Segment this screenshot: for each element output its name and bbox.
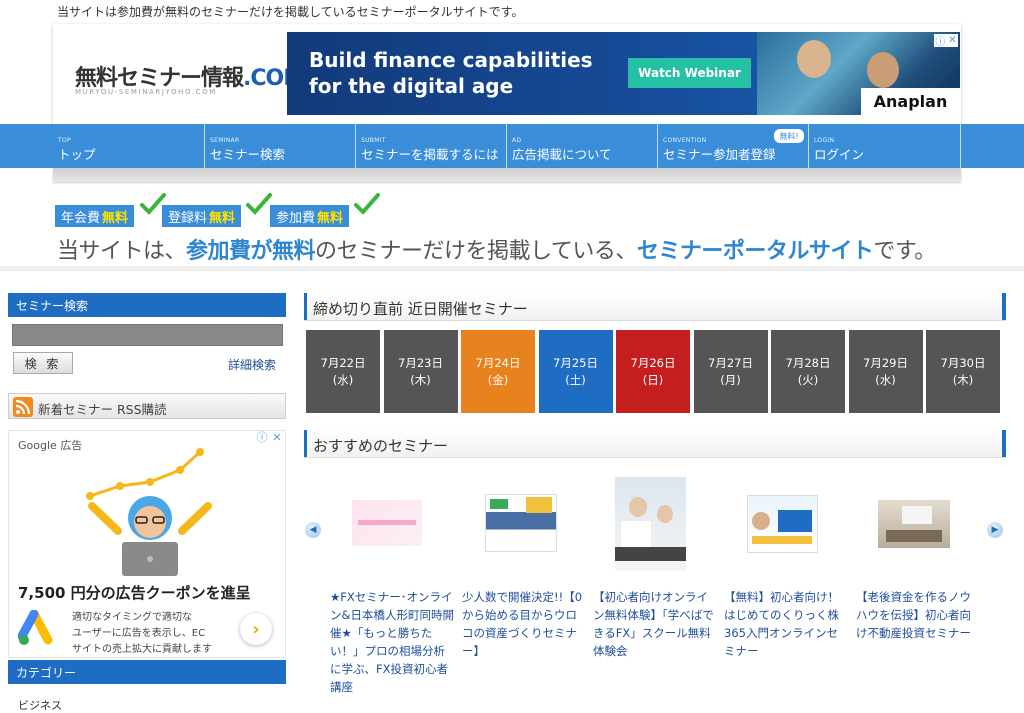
nav-ad[interactable]: AD 広告掲載について — [506, 124, 657, 168]
check-icon — [246, 193, 272, 215]
date-tile[interactable]: 7月23日 (木) — [383, 330, 458, 413]
badge-participation-fee: 参加費 無料 — [270, 205, 350, 227]
site-description: 当サイトは参加費が無料のセミナーだけを掲載しているセミナーポータルサイトです。 — [57, 5, 524, 19]
site-logo-subtext: MURYOU-SEMINARJYOHO.COM — [75, 88, 217, 96]
carousel-next-icon[interactable]: ▶ — [987, 522, 1003, 538]
search-input[interactable] — [12, 324, 283, 346]
banner-headline-2: for the digital age — [309, 74, 514, 98]
seminar-search-heading: セミナー検索 — [8, 293, 286, 317]
recommended-section-title: おすすめのセミナー — [313, 437, 449, 455]
free-badge: 無料! — [773, 128, 805, 144]
date-tile[interactable]: 7月26日 (日) — [616, 330, 690, 413]
detail-search-link[interactable]: 詳細検索 — [228, 356, 276, 373]
category-heading: カテゴリー — [8, 660, 286, 684]
person-image — [797, 40, 831, 78]
badge-annual-fee: 年会費 無料 — [55, 205, 135, 227]
ad-banner[interactable]: Build finance capabilities for the digit… — [287, 32, 960, 115]
nav-submit[interactable]: SUBMIT セミナーを掲載するには — [355, 124, 506, 168]
category-item[interactable]: ビジネス — [18, 697, 62, 713]
ad-headline[interactable]: 7,500 円分の広告クーポンを進呈 — [18, 582, 251, 603]
search-button[interactable]: 検 索 — [13, 352, 73, 374]
divider — [0, 266, 1024, 271]
rss-label[interactable]: 新着セミナー RSS購読 — [38, 399, 167, 418]
deadline-section-title: 締め切り直前 近日開催セミナー — [313, 300, 528, 318]
nav-login[interactable]: LOGIN ログイン — [808, 124, 961, 168]
seminar-card-title[interactable]: 【無料】初心者向け！はじめてのくりっく株365入門オンラインセミナー — [724, 588, 848, 660]
ad-body: 適切なタイミングで適切な ユーザーに広告を表示し、EC サイトの売上拡大に貢献し… — [72, 612, 212, 655]
nav-top[interactable]: TOP トップ — [53, 124, 204, 168]
seminar-card-title[interactable]: 【初心者向けオンライン無料体験】「学べばできるFX」スクール無料体験会 — [593, 588, 717, 660]
date-tile[interactable]: 7月30日 (木) — [926, 330, 1000, 413]
seminar-thumbnail[interactable] — [485, 494, 557, 552]
date-tile[interactable]: 7月29日 (水) — [848, 330, 923, 413]
rss-icon — [13, 397, 33, 417]
nav-seminar-search[interactable]: SEMINAR セミナー検索 — [204, 124, 355, 168]
nav-shadow — [53, 168, 961, 182]
anaplan-logo: Anaplan — [861, 88, 960, 115]
date-tile[interactable]: 7月24日 (金) — [461, 330, 535, 413]
ad-choices-icon[interactable]: ⓘ ✕ — [254, 430, 284, 445]
chevron-right-icon[interactable]: › — [240, 613, 272, 645]
seminar-card-title[interactable]: ★FXセミナー･オンライン&日本橋人形町同時開催★「もっと勝ちたい！」プロの相場… — [330, 588, 454, 696]
seminar-thumbnail[interactable] — [878, 500, 950, 548]
badge-registration-fee: 登録料 無料 — [162, 205, 242, 227]
date-tile[interactable]: 7月27日 (月) — [693, 330, 768, 413]
google-ads-logo-icon — [18, 610, 53, 645]
banner-headline-1: Build finance capabilities — [309, 48, 593, 72]
seminar-thumbnail[interactable] — [352, 500, 422, 546]
tagline: 当サイトは、参加費が無料のセミナーだけを掲載している、セミナーポータルサイトです… — [57, 239, 936, 264]
date-tile[interactable]: 7月25日 (土) — [538, 330, 613, 413]
seminar-thumbnail[interactable] — [615, 477, 686, 571]
seminar-card-title[interactable]: 【老後資金を作るノウハウを伝授】初心者向け不動産投資セミナー — [856, 588, 980, 642]
ad-illustration — [86, 448, 212, 576]
ad-choices-icon[interactable]: ⓘ ✕ — [934, 34, 958, 48]
check-icon — [354, 193, 380, 215]
seminar-thumbnail[interactable] — [747, 495, 818, 553]
watch-webinar-button[interactable]: Watch Webinar — [628, 58, 751, 88]
date-tile[interactable]: 7月22日 (水) — [306, 330, 380, 413]
person-image — [867, 52, 899, 88]
carousel-prev-icon[interactable]: ◀ — [305, 522, 321, 538]
date-tile[interactable]: 7月28日 (火) — [771, 330, 845, 413]
seminar-card-title[interactable]: 少人数で開催決定!!【0から始める目からウロコの資産づくりセミナー】 — [462, 588, 586, 660]
